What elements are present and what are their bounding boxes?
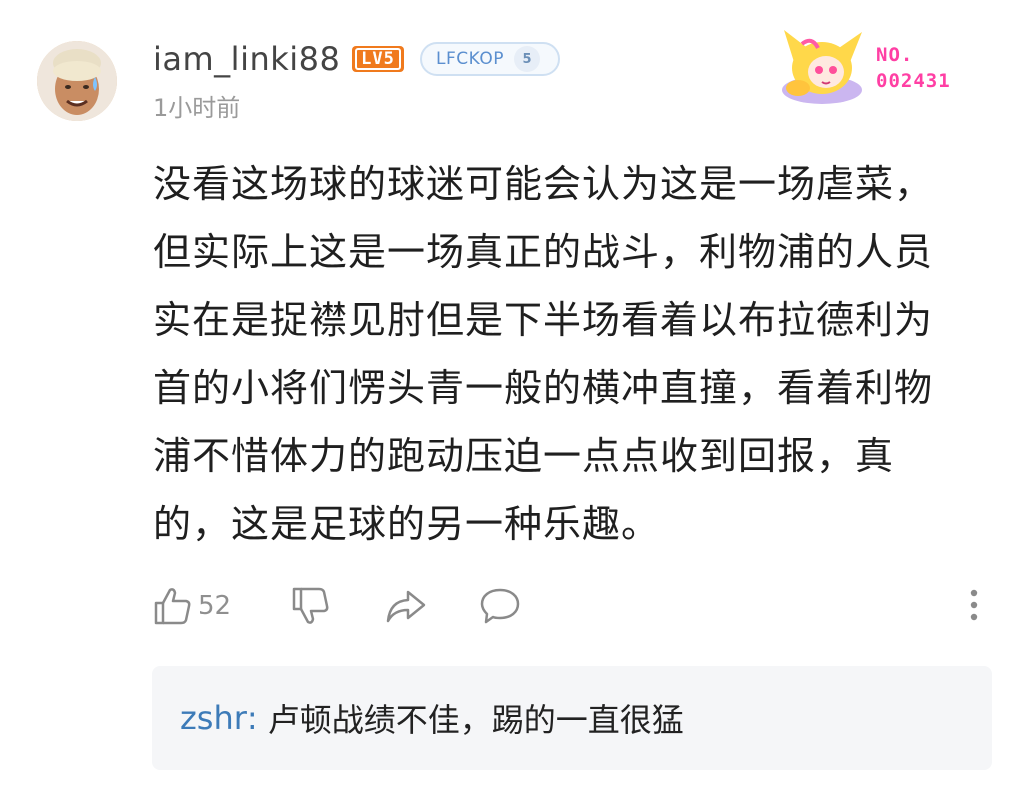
reply-username[interactable]: zshr <box>180 699 247 737</box>
decoration-sticker <box>772 22 872 110</box>
username[interactable]: iam_linki88 <box>153 39 340 79</box>
reply-preview[interactable]: zshr: 卢顿战绩不佳，踢的一直很猛 <box>152 666 992 770</box>
reply-icon <box>480 588 520 624</box>
like-button[interactable]: 52 <box>152 583 231 629</box>
sticker-number: NO. 002431 <box>876 44 951 92</box>
fan-club-badge[interactable]: LFCKOP 5 <box>420 42 560 76</box>
avatar-photo <box>37 41 117 121</box>
more-options-button[interactable] <box>964 585 984 625</box>
dislike-button[interactable] <box>290 583 332 629</box>
anime-girl-sticker-icon <box>782 30 862 104</box>
level-badge: LV5 <box>352 46 404 72</box>
level-badge-label: LV5 <box>355 48 401 70</box>
comment-timestamp: 1小时前 <box>153 94 241 122</box>
thumbs-up-icon <box>154 588 191 625</box>
like-count: 52 <box>198 591 232 621</box>
share-button[interactable] <box>384 583 428 629</box>
fan-club-name: LFCKOP <box>436 49 504 69</box>
share-icon <box>386 590 426 623</box>
thumbs-down-icon <box>292 587 329 624</box>
user-avatar[interactable] <box>37 41 117 121</box>
fan-club-level: 5 <box>513 46 540 72</box>
comment-action-bar: 52 <box>152 583 992 629</box>
reply-text: 卢顿战绩不佳，踢的一直很猛 <box>267 701 684 739</box>
comment-body: 没看这场球的球迷可能会认为这是一场虐菜， 但实际上这是一场真正的战斗，利物浦的人… <box>153 162 934 546</box>
reply-separator: : <box>246 699 258 737</box>
reply-button[interactable] <box>478 583 522 629</box>
more-icon <box>970 589 978 621</box>
